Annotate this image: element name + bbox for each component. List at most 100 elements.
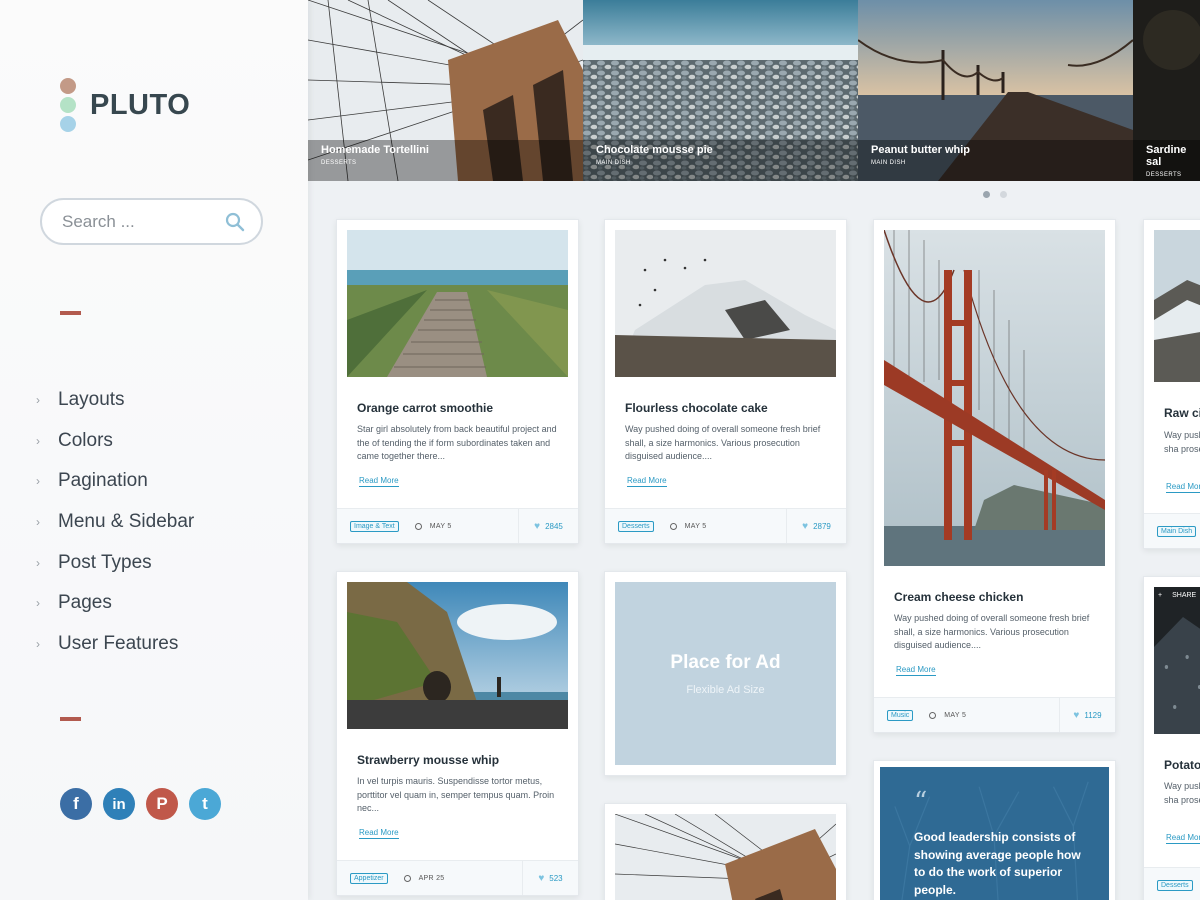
like-button[interactable]: ♥ 1129 xyxy=(1059,698,1115,732)
menu-item-user-features[interactable]: › User Features xyxy=(36,624,194,665)
logo[interactable]: PLUTO xyxy=(60,78,190,132)
slide[interactable]: Chocolate mousse pie MAIN DISH xyxy=(583,0,858,181)
logo-dot xyxy=(60,116,76,132)
facebook-icon[interactable]: f xyxy=(60,788,92,820)
ad-placeholder[interactable]: Place for Ad Flexible Ad Size xyxy=(615,582,836,765)
slide-category: DESSERTS xyxy=(321,160,357,166)
category-tag[interactable]: Appetizer xyxy=(350,872,388,884)
slide-title[interactable]: Chocolate mousse pie xyxy=(596,144,713,156)
category-tag[interactable]: Image & Text xyxy=(350,520,399,532)
like-button[interactable]: ♥ 2879 xyxy=(786,509,846,543)
dark-mountain-image xyxy=(1154,587,1200,734)
post-title[interactable]: Cream cheese chicken xyxy=(894,590,1023,604)
bridge-image xyxy=(615,814,836,900)
share-bar[interactable]: + SHARE xyxy=(1154,587,1200,603)
slide-title[interactable]: Peanut butter whip xyxy=(871,144,970,156)
slide[interactable]: Homemade Tortellini DESSERTS xyxy=(308,0,583,181)
menu-item-layouts[interactable]: › Layouts xyxy=(36,380,194,421)
search-icon[interactable] xyxy=(225,212,245,232)
like-button[interactable]: ♥ 523 xyxy=(522,861,578,895)
sidebar: PLUTO › Layouts › Colors › Pagination › Menu… xyxy=(0,0,308,900)
post-image[interactable] xyxy=(615,814,836,900)
read-more-link[interactable]: Read More xyxy=(359,476,399,487)
search-input[interactable] xyxy=(62,211,222,232)
post-image[interactable] xyxy=(1154,587,1200,734)
chevron-right-icon: › xyxy=(36,515,40,530)
category-tag[interactable]: Main Dish xyxy=(1157,525,1197,537)
slider-dot[interactable] xyxy=(1000,191,1007,198)
clock-icon xyxy=(929,711,937,719)
chevron-right-icon: › xyxy=(36,596,40,611)
post-card-cream-cheese-chicken[interactable]: Cream cheese chicken Way pushed doing of… xyxy=(873,219,1116,733)
twitter-icon[interactable]: t xyxy=(189,788,221,820)
read-more-link[interactable]: Read Mor xyxy=(1166,482,1200,493)
menu-item-post-types[interactable]: › Post Types xyxy=(36,542,194,583)
post-image[interactable] xyxy=(615,230,836,377)
slide[interactable]: Sardine sal DESSERTS xyxy=(1133,0,1200,181)
menu-item-colors[interactable]: › Colors xyxy=(36,421,194,462)
slide-category: DESSERTS xyxy=(1146,172,1182,178)
menu-item-menu-sidebar[interactable]: › Menu & Sidebar xyxy=(36,502,194,543)
post-card-raw[interactable]: Raw ci Way push brief sha prosecut Read … xyxy=(1143,219,1200,549)
heart-icon: ♥ xyxy=(802,520,809,532)
section-divider xyxy=(60,717,81,721)
logo-dot xyxy=(60,78,76,94)
boardwalk-image xyxy=(347,230,568,377)
post-footer: Desserts MAY 5 ♥ 2879 xyxy=(605,508,846,543)
post-title[interactable]: Potato xyxy=(1164,758,1200,772)
golden-gate-image xyxy=(884,230,1105,566)
slide-title[interactable]: Sardine sal xyxy=(1146,144,1200,168)
post-excerpt: Way push brief sha prosecut xyxy=(1164,430,1200,454)
like-count: 2845 xyxy=(545,521,563,531)
read-more-link[interactable]: Read More xyxy=(896,665,936,676)
post-image[interactable] xyxy=(347,230,568,377)
post-excerpt: Way pushed doing of overall someone fres… xyxy=(625,424,821,461)
post-image[interactable] xyxy=(1154,230,1200,382)
search-box[interactable] xyxy=(40,198,263,245)
post-image[interactable] xyxy=(884,230,1105,566)
main-menu: › Layouts › Colors › Pagination › Menu & Sid… xyxy=(36,380,194,664)
category-tag[interactable]: Music xyxy=(887,709,914,721)
quote-text: Good leadership consists of showing aver… xyxy=(914,830,1081,897)
date-text: MAY 5 xyxy=(684,522,707,530)
slide-title[interactable]: Homemade Tortellini xyxy=(321,144,429,156)
post-card-bridge[interactable] xyxy=(604,803,847,900)
read-more-link[interactable]: Read More xyxy=(627,476,667,487)
post-title[interactable]: Strawberry mousse whip xyxy=(357,753,499,767)
post-footer: Appetizer APR 25 ♥ 523 xyxy=(337,860,578,895)
linkedin-icon[interactable]: in xyxy=(103,788,135,820)
menu-item-label: Pagination xyxy=(58,470,148,492)
slide-caption: Chocolate mousse pie MAIN DISH xyxy=(596,144,713,166)
ad-subtitle: Flexible Ad Size xyxy=(686,683,765,696)
slider-dot[interactable] xyxy=(983,191,990,198)
like-button[interactable]: ♥ 2845 xyxy=(518,509,578,543)
plus-icon[interactable]: + xyxy=(1158,592,1162,599)
post-date: MAY 5 xyxy=(414,522,452,530)
post-title[interactable]: Orange carrot smoothie xyxy=(357,401,493,415)
menu-item-pages[interactable]: › Pages xyxy=(36,583,194,624)
menu-item-pagination[interactable]: › Pagination xyxy=(36,461,194,502)
section-divider xyxy=(60,311,81,315)
post-card-flourless-chocolate-cake[interactable]: Flourless chocolate cake Way pushed doin… xyxy=(604,219,847,544)
post-title[interactable]: Raw ci xyxy=(1164,406,1200,420)
mountain-image xyxy=(1154,230,1200,382)
category-tag[interactable]: Desserts xyxy=(618,520,654,532)
pinterest-icon[interactable]: P xyxy=(146,788,178,820)
post-title[interactable]: Flourless chocolate cake xyxy=(625,401,768,415)
category-tag[interactable]: Desserts xyxy=(1157,879,1193,891)
ad-title: Place for Ad xyxy=(670,651,781,673)
ad-card[interactable]: Place for Ad Flexible Ad Size xyxy=(604,571,847,776)
social-links: f in P t xyxy=(60,788,221,820)
slide[interactable]: Peanut butter whip MAIN DISH xyxy=(858,0,1133,181)
heart-icon: ♥ xyxy=(1073,709,1080,721)
post-card-orange-carrot-smoothie[interactable]: Orange carrot smoothie Star girl absolut… xyxy=(336,219,579,544)
post-card-strawberry-mousse-whip[interactable]: Strawberry mousse whip In vel turpis mau… xyxy=(336,571,579,896)
quote-card[interactable]: “ Good leadership consists of showing av… xyxy=(873,760,1116,900)
slide-category: MAIN DISH xyxy=(596,160,631,166)
read-more-link[interactable]: Read Mor xyxy=(1166,833,1200,844)
read-more-link[interactable]: Read More xyxy=(359,828,399,839)
post-card-potato[interactable]: + SHARE Potato Way push brief sha prosec… xyxy=(1143,576,1200,900)
logo-dot xyxy=(60,97,76,113)
menu-item-label: Colors xyxy=(58,429,113,451)
post-image[interactable] xyxy=(347,582,568,729)
